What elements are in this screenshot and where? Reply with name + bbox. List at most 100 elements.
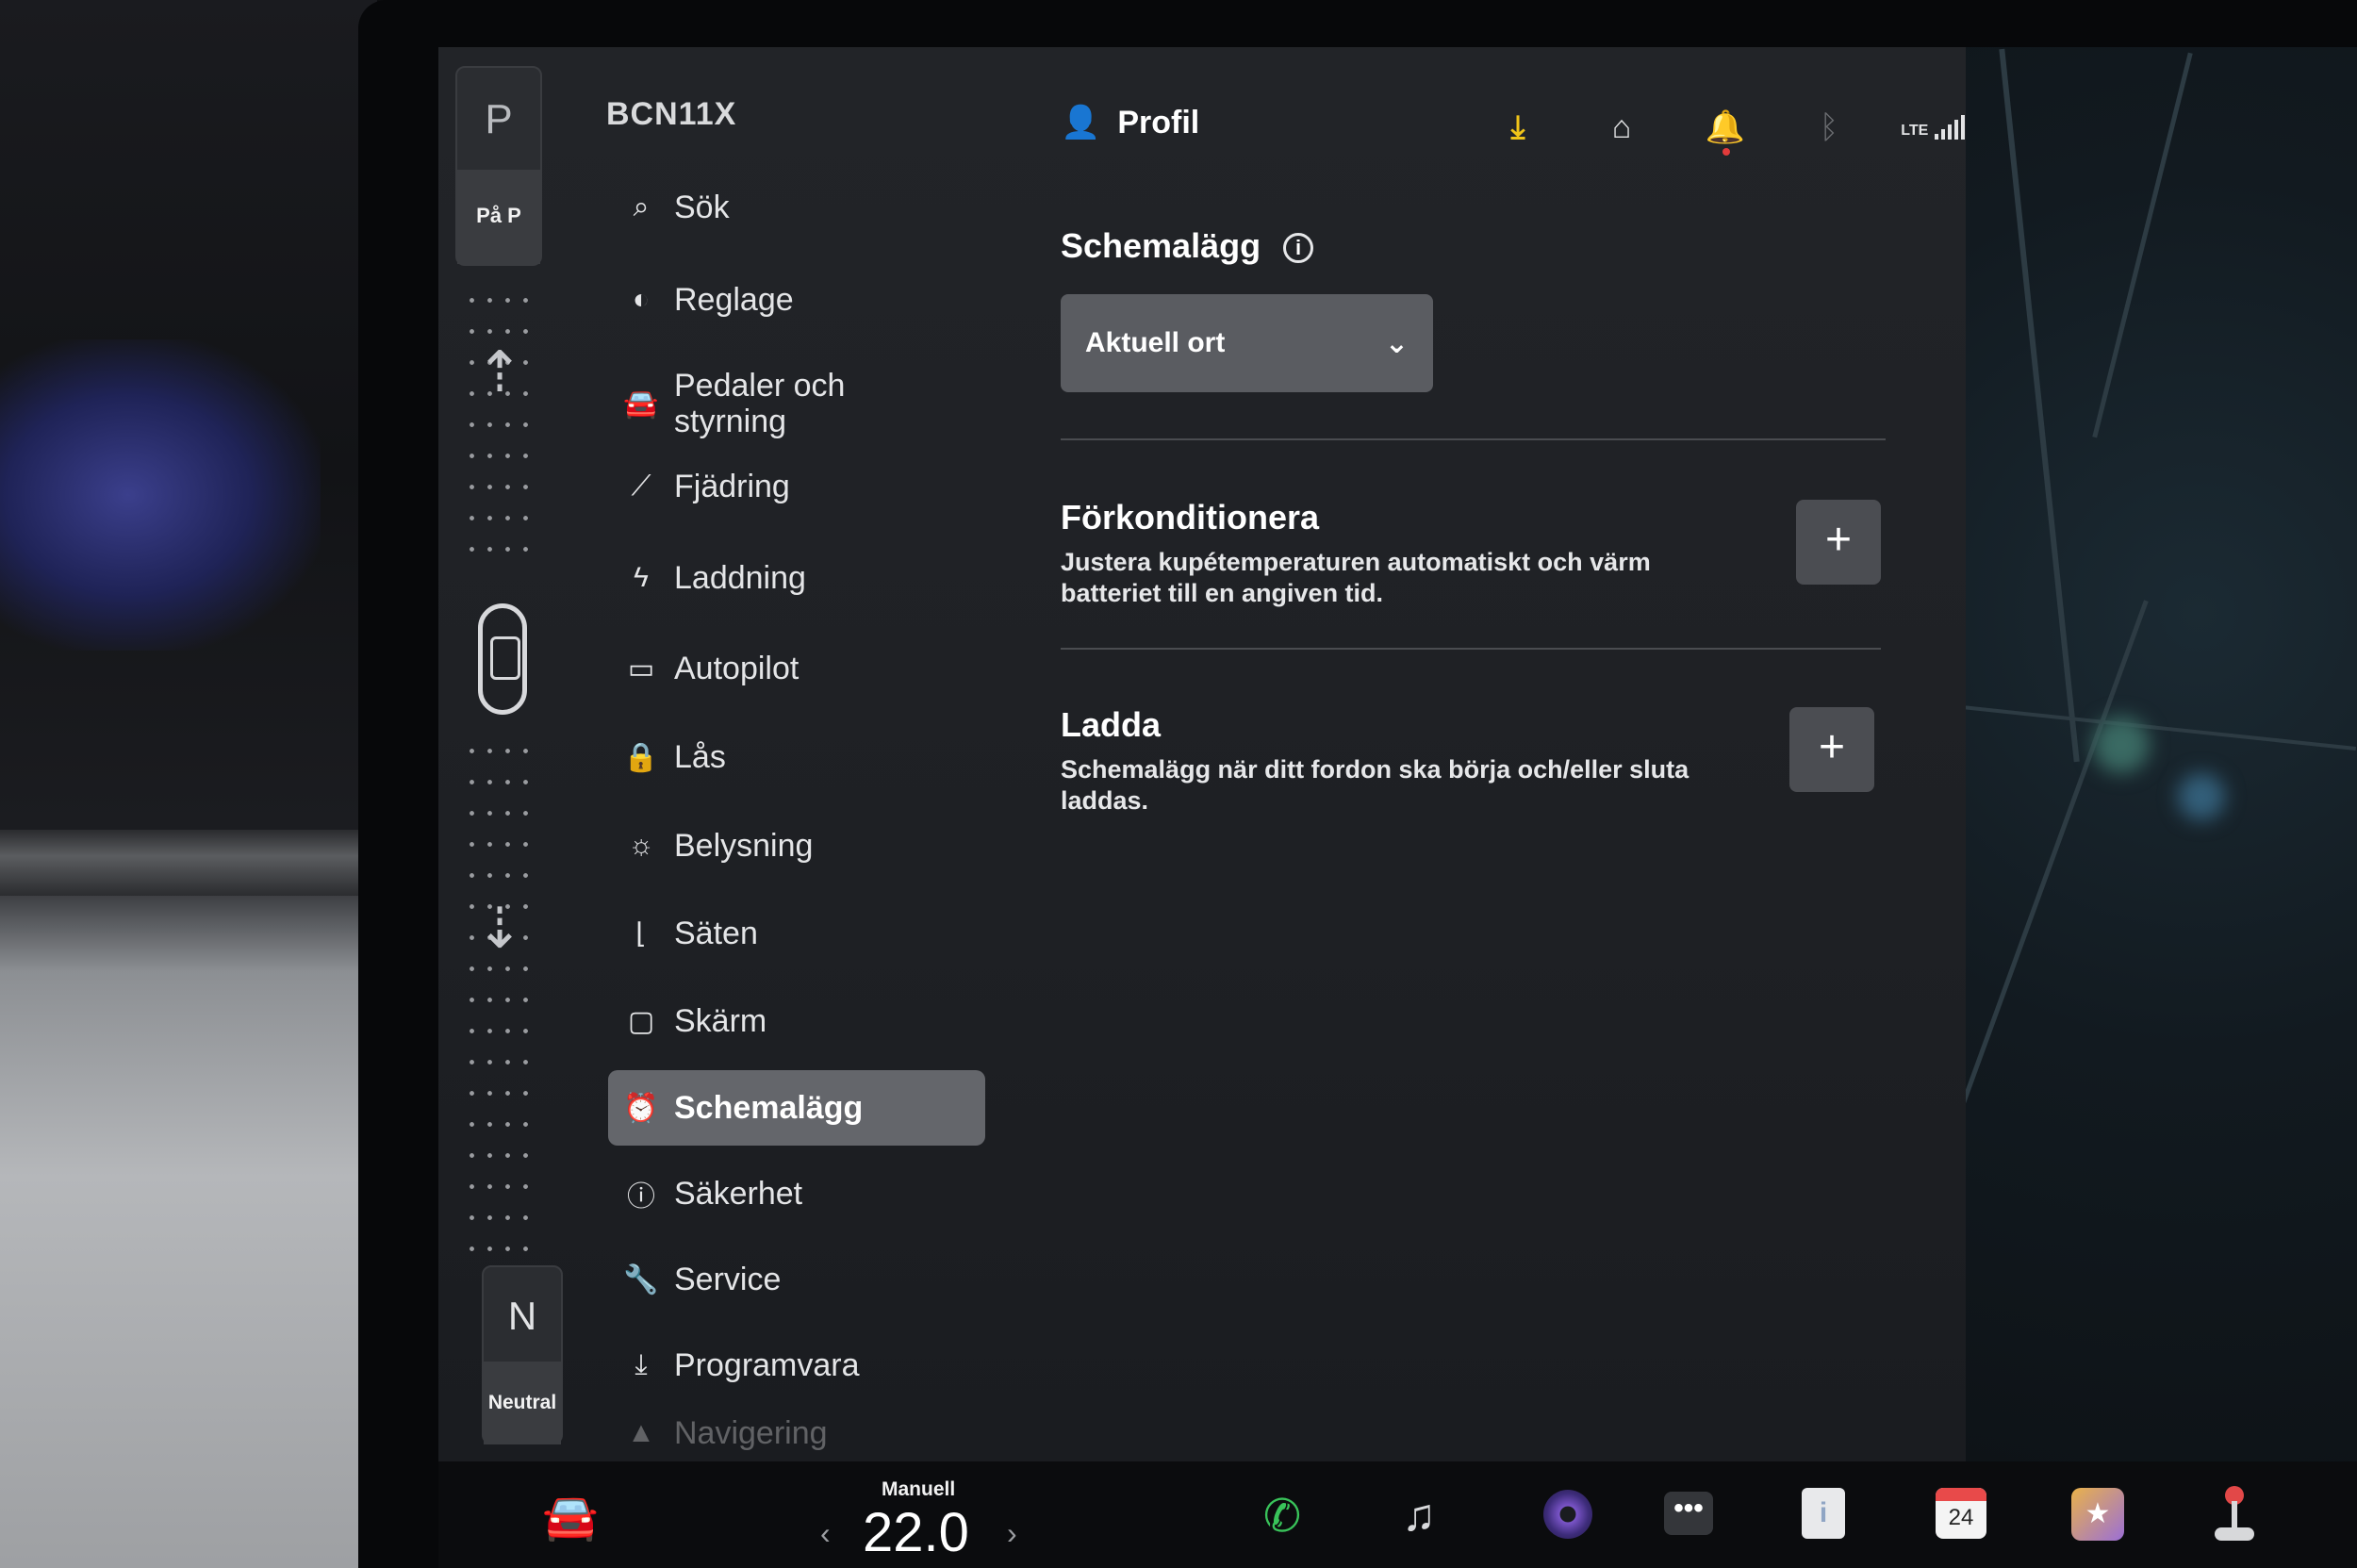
sidebar-item-suspension[interactable]: ⟋ Fjädring xyxy=(608,449,985,524)
sidebar-item-label: Laddning xyxy=(674,560,806,596)
temp-increase-button[interactable]: › xyxy=(1007,1516,1017,1551)
alarm-clock-icon: ⏰ xyxy=(623,1092,659,1124)
sidebar-item-label: Säkerhet xyxy=(674,1176,803,1212)
gear-selector[interactable]: P På P ⇡ ⇣ N Neutral xyxy=(448,57,563,1452)
precondition-description: Justera kupétemperaturen automatiskt och… xyxy=(1061,548,1651,607)
camera-icon[interactable] xyxy=(1543,1490,1592,1539)
sidebar-item-label: Sök xyxy=(674,190,730,225)
schedule-title: Schemalägg xyxy=(1061,226,1261,265)
software-download-icon: ⤓ xyxy=(635,1349,648,1380)
dashboard-surroundings xyxy=(0,0,377,1568)
seat-icon: ⌊ xyxy=(635,917,647,949)
sidebar-item-software[interactable]: ⤓ Programvara xyxy=(608,1328,985,1403)
lte-signal-icon: LTE xyxy=(1881,115,1985,140)
profile-label: Profil xyxy=(1117,104,1200,140)
sidebar-item-label: Pedaler och styrning xyxy=(674,368,846,439)
car-top-view-icon xyxy=(478,603,527,715)
info-icon[interactable]: i xyxy=(1283,233,1314,264)
charge-description: Schemalägg när ditt fordon ska börja och… xyxy=(1061,755,1689,815)
gear-neutral-label: Neutral xyxy=(484,1362,561,1444)
download-icon[interactable]: ⤓ xyxy=(1466,109,1570,146)
sidebar-item-label: Programvara xyxy=(674,1347,860,1383)
sidebar-item-label: Belysning xyxy=(674,828,814,864)
sidebar-item-display[interactable]: ▢ Skärm xyxy=(608,983,985,1059)
music-icon[interactable]: ♫ xyxy=(1381,1490,1457,1542)
lte-label: LTE xyxy=(1901,123,1929,139)
arrow-down-icon: ⇣ xyxy=(476,897,524,960)
gear-park-letter: P xyxy=(485,96,513,142)
sidebar-item-label: Navigering xyxy=(674,1415,828,1451)
toybox-icon[interactable]: ★ xyxy=(2071,1488,2124,1541)
lock-icon: 🔒 xyxy=(623,741,659,773)
divider xyxy=(1061,438,1886,440)
gear-neutral-letter: N xyxy=(507,1294,537,1338)
car-icon[interactable]: 🚘 xyxy=(533,1490,608,1543)
suspension-icon: ⟋ xyxy=(631,470,651,502)
map-poi xyxy=(2093,717,2150,773)
sidebar-item-label: Reglage xyxy=(674,282,794,318)
navigation-icon: ▲ xyxy=(627,1417,655,1448)
sidebar-item-autopilot[interactable]: ▭ Autopilot xyxy=(608,631,985,706)
safety-icon: ⓘ xyxy=(627,1181,655,1213)
wrench-icon: 🔧 xyxy=(623,1263,659,1296)
settings-panel: P På P ⇡ ⇣ N Neutral BCN11X ⌕ Sök ◐ Regl… xyxy=(438,47,1966,1461)
gear-park[interactable]: P På P xyxy=(455,66,542,266)
profile-button[interactable]: 👤 Profil xyxy=(1061,104,1199,141)
garage-icon[interactable]: ⌂ xyxy=(1570,109,1673,146)
schedule-heading: Schemalägg i xyxy=(1061,226,1314,266)
sidebar-item-label: Schemalägg xyxy=(674,1090,864,1126)
display-icon: ▢ xyxy=(627,1005,655,1037)
ambient-light xyxy=(0,339,321,651)
search-icon: ⌕ xyxy=(633,191,650,223)
arcade-joystick-icon[interactable] xyxy=(2211,1486,2258,1543)
sidebar-item-label: Service xyxy=(674,1262,782,1297)
sidebar-item-schedule[interactable]: ⏰ Schemalägg xyxy=(608,1070,985,1146)
dashboard-trim xyxy=(0,830,377,896)
steering-icon: ▭ xyxy=(627,652,655,685)
gear-track-dots xyxy=(463,735,535,1263)
gear-neutral[interactable]: N Neutral xyxy=(482,1265,563,1444)
map-view[interactable] xyxy=(1854,47,2357,1461)
sidebar-item-service[interactable]: 🔧 Service xyxy=(608,1242,985,1317)
divider xyxy=(1061,648,1881,650)
sidebar-item-locks[interactable]: 🔒 Lås xyxy=(608,719,985,795)
charge-title: Ladda xyxy=(1061,705,1162,744)
sidebar-item-search[interactable]: ⌕ Sök xyxy=(608,170,985,245)
cabin-temperature[interactable]: 22.0 xyxy=(863,1501,969,1564)
add-precondition-button[interactable]: + xyxy=(1796,500,1881,585)
map-poi xyxy=(2178,773,2225,820)
sidebar-item-pedals[interactable]: 🚘 Pedaler och styrning xyxy=(608,358,985,449)
status-bar: ⤓ ⌂ 🔔 ᛒ LTE xyxy=(1466,104,1985,156)
person-icon: 👤 xyxy=(1061,105,1101,140)
precondition-title: Förkonditionera xyxy=(1061,498,1320,536)
sidebar-item-charging[interactable]: ϟ Laddning xyxy=(608,540,985,616)
temp-decrease-button[interactable]: ‹ xyxy=(820,1516,831,1551)
light-icon: ☼ xyxy=(628,830,654,861)
signal-bars-icon xyxy=(1934,115,1965,140)
sidebar-item-lighting[interactable]: ☼ Belysning xyxy=(608,808,985,883)
sidebar-item-navigation[interactable]: ▲ Navigering xyxy=(608,1405,985,1461)
sidebar-item-label: Säten xyxy=(674,916,758,951)
sidebar-item-safety[interactable]: ⓘ Säkerhet xyxy=(608,1156,985,1231)
add-charge-schedule-button[interactable]: + xyxy=(1789,707,1874,792)
notes-icon[interactable]: i xyxy=(1802,1488,1845,1539)
bottom-taskbar: 🚘 Manuell ‹ 22.0 › ✆ ♫ ••• i 24 ★ xyxy=(438,1461,2357,1568)
bell-icon[interactable]: 🔔 xyxy=(1673,108,1777,156)
calendar-icon[interactable]: 24 xyxy=(1936,1488,1986,1539)
sidebar-item-label: Autopilot xyxy=(674,651,799,686)
touchscreen: P På P ⇡ ⇣ N Neutral BCN11X ⌕ Sök ◐ Regl… xyxy=(438,47,2357,1568)
sidebar-item-seats[interactable]: ⌊ Säten xyxy=(608,896,985,971)
gear-park-label: På P xyxy=(457,170,540,264)
location-dropdown-value: Aktuell ort xyxy=(1085,327,1226,358)
bluetooth-icon[interactable]: ᛒ xyxy=(1777,109,1881,146)
chevron-down-icon: ⌄ xyxy=(1384,327,1409,359)
more-apps-icon[interactable]: ••• xyxy=(1664,1492,1713,1535)
sidebar-item-label: Skärm xyxy=(674,1003,767,1039)
gear-track-dots xyxy=(463,285,535,568)
location-dropdown[interactable]: Aktuell ort ⌄ xyxy=(1061,294,1433,392)
sidebar-item-controls[interactable]: ◐ Reglage xyxy=(608,262,985,338)
lightning-icon: ϟ xyxy=(634,562,649,593)
car-icon: 🚘 xyxy=(623,388,659,420)
climate-mode-label: Manuell xyxy=(882,1478,956,1500)
phone-icon[interactable]: ✆ xyxy=(1244,1490,1320,1543)
